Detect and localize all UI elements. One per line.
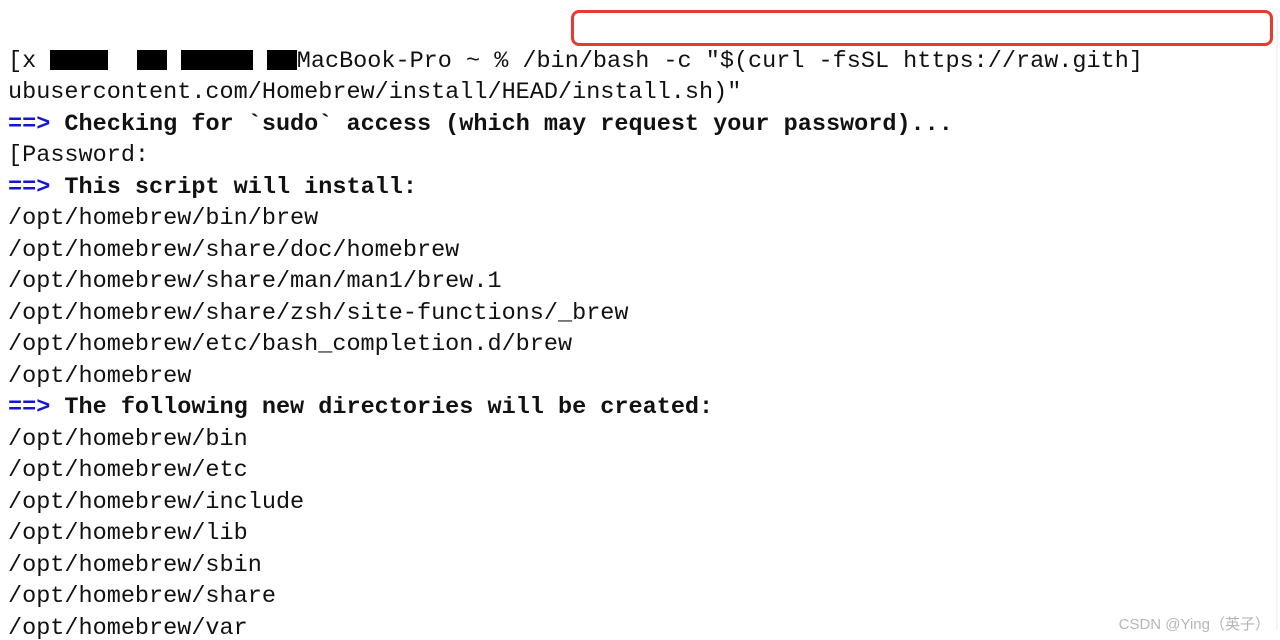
heading-sudo: Checking for `sudo` access (which may re…	[50, 111, 953, 138]
command-highlight-fragment: /bin/bash -c "$(curl -fsSL https://raw.g…	[522, 48, 1128, 75]
newdir-path: /opt/homebrew/etc	[8, 457, 248, 484]
password-prompt: Password:	[22, 142, 149, 169]
watermark-text: CSDN @Ying（英子）	[1119, 613, 1270, 634]
newdir-path: /opt/homebrew/sbin	[8, 552, 262, 579]
install-path: /opt/homebrew/share/man/man1/brew.1	[8, 268, 502, 295]
install-path: /opt/homebrew/share/zsh/site-functions/_…	[8, 300, 629, 327]
terminal-output[interactable]: [x MacBook-Pro ~ % /bin/bash -c "$(curl …	[0, 0, 1280, 640]
heading-newdirs: The following new directories will be cr…	[50, 394, 713, 421]
arrow-marker: ==>	[8, 174, 50, 201]
newdir-path: /opt/homebrew/include	[8, 489, 304, 516]
censor-block	[267, 50, 297, 70]
redacted-username: x	[22, 48, 50, 75]
censor-block	[50, 50, 108, 70]
install-path: /opt/homebrew	[8, 363, 191, 390]
prompt-bracket-close: ]	[1129, 48, 1143, 75]
redacted-gap	[167, 48, 181, 75]
scrollbar-track[interactable]	[1276, 14, 1278, 630]
prompt-host: MacBook-Pro ~ %	[297, 48, 523, 75]
redacted-gap	[253, 48, 267, 75]
install-path: /opt/homebrew/etc/bash_completion.d/brew	[8, 331, 572, 358]
redacted-gap	[108, 48, 136, 75]
newdir-path: /opt/homebrew/bin	[8, 426, 248, 453]
prompt-bracket-open: [	[8, 48, 22, 75]
install-path: /opt/homebrew/share/doc/homebrew	[8, 237, 459, 264]
censor-block	[181, 50, 253, 70]
password-bracket: [	[8, 142, 22, 169]
command-wrap-remainder: ubusercontent.com/Homebrew/install/HEAD/…	[8, 79, 741, 106]
arrow-marker: ==>	[8, 394, 50, 421]
arrow-marker: ==>	[8, 111, 50, 138]
newdir-path: /opt/homebrew/share	[8, 583, 276, 610]
heading-install: This script will install:	[50, 174, 417, 201]
newdir-path: /opt/homebrew/lib	[8, 520, 248, 547]
highlight-rectangle	[571, 10, 1273, 46]
censor-block	[137, 50, 167, 70]
install-path: /opt/homebrew/bin/brew	[8, 205, 318, 232]
newdir-path: /opt/homebrew/var	[8, 615, 248, 640]
